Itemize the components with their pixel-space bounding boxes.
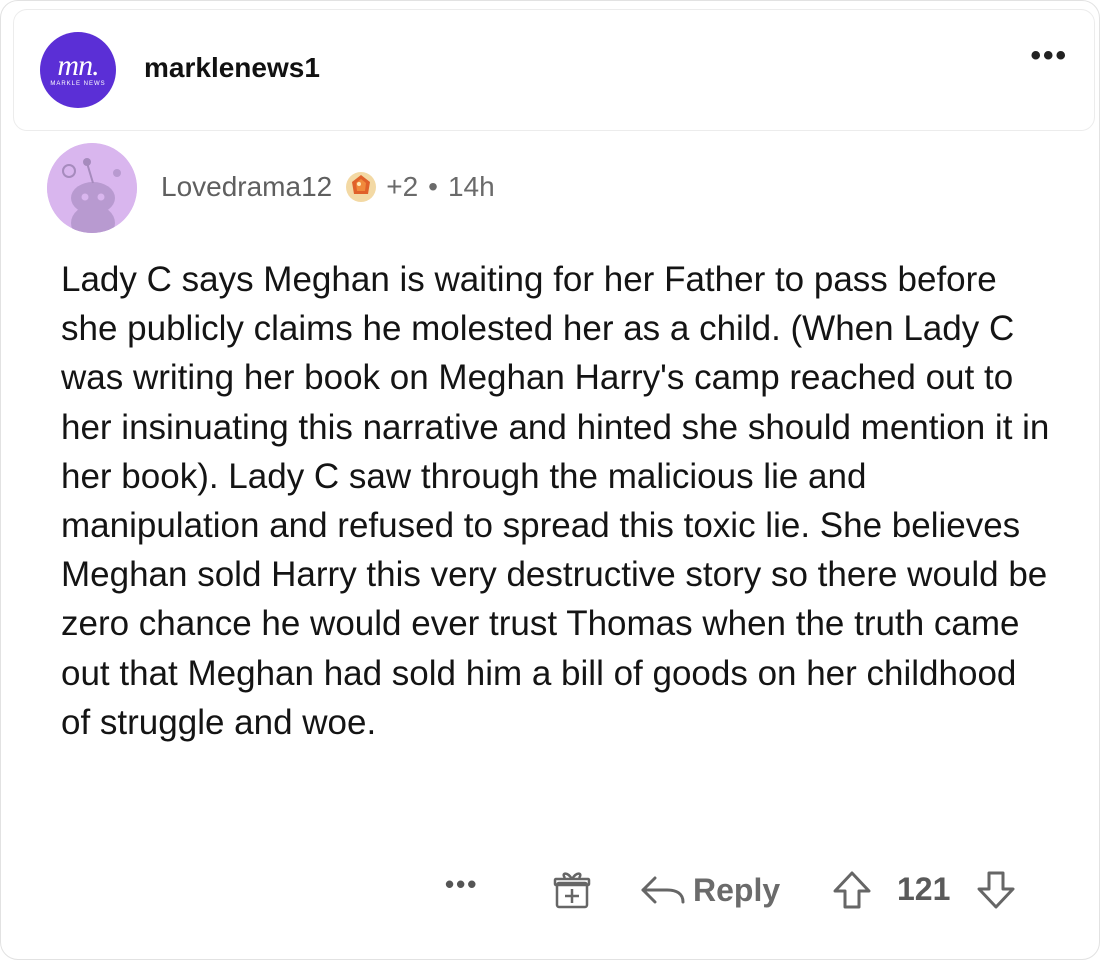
avatar-monogram: mn. <box>57 49 99 82</box>
reply-label: Reply <box>693 871 781 908</box>
reply-button[interactable]: Reply <box>637 867 780 913</box>
comment-action-bar: ••• Reply 121 <box>1 863 1099 919</box>
award-count: +2 <box>386 171 419 202</box>
gift-icon[interactable] <box>549 867 595 913</box>
vote-score: 121 <box>897 871 951 907</box>
avatar-subtext: MARKLE NEWS <box>50 81 106 87</box>
post-card: mn. MARKLE NEWS marklenews1 ••• Lovedram… <box>0 0 1100 960</box>
post-header: mn. MARKLE NEWS marklenews1 ••• <box>13 9 1095 131</box>
award-icon[interactable] <box>344 170 378 204</box>
comment-author-name[interactable]: Lovedrama12 <box>161 171 332 203</box>
page-name[interactable]: marklenews1 <box>144 52 320 84</box>
comment-meta: Lovedrama12 +2 • 14h <box>161 169 495 205</box>
comment-age: 14h <box>447 171 495 202</box>
upvote-arrow-icon[interactable] <box>829 867 875 913</box>
comment-more-options-button[interactable]: ••• <box>445 869 478 900</box>
comment-author-avatar[interactable] <box>47 143 137 233</box>
meta-separator: • <box>428 171 438 202</box>
post-more-options-button[interactable]: ••• <box>1030 41 1068 71</box>
snoo-avatar-icon <box>47 143 137 233</box>
comment-body: Lady C says Meghan is waiting for her Fa… <box>61 260 1050 742</box>
page-avatar[interactable]: mn. MARKLE NEWS <box>40 32 116 108</box>
downvote-arrow-icon[interactable] <box>973 867 1019 913</box>
reply-arrow-icon <box>641 876 685 904</box>
